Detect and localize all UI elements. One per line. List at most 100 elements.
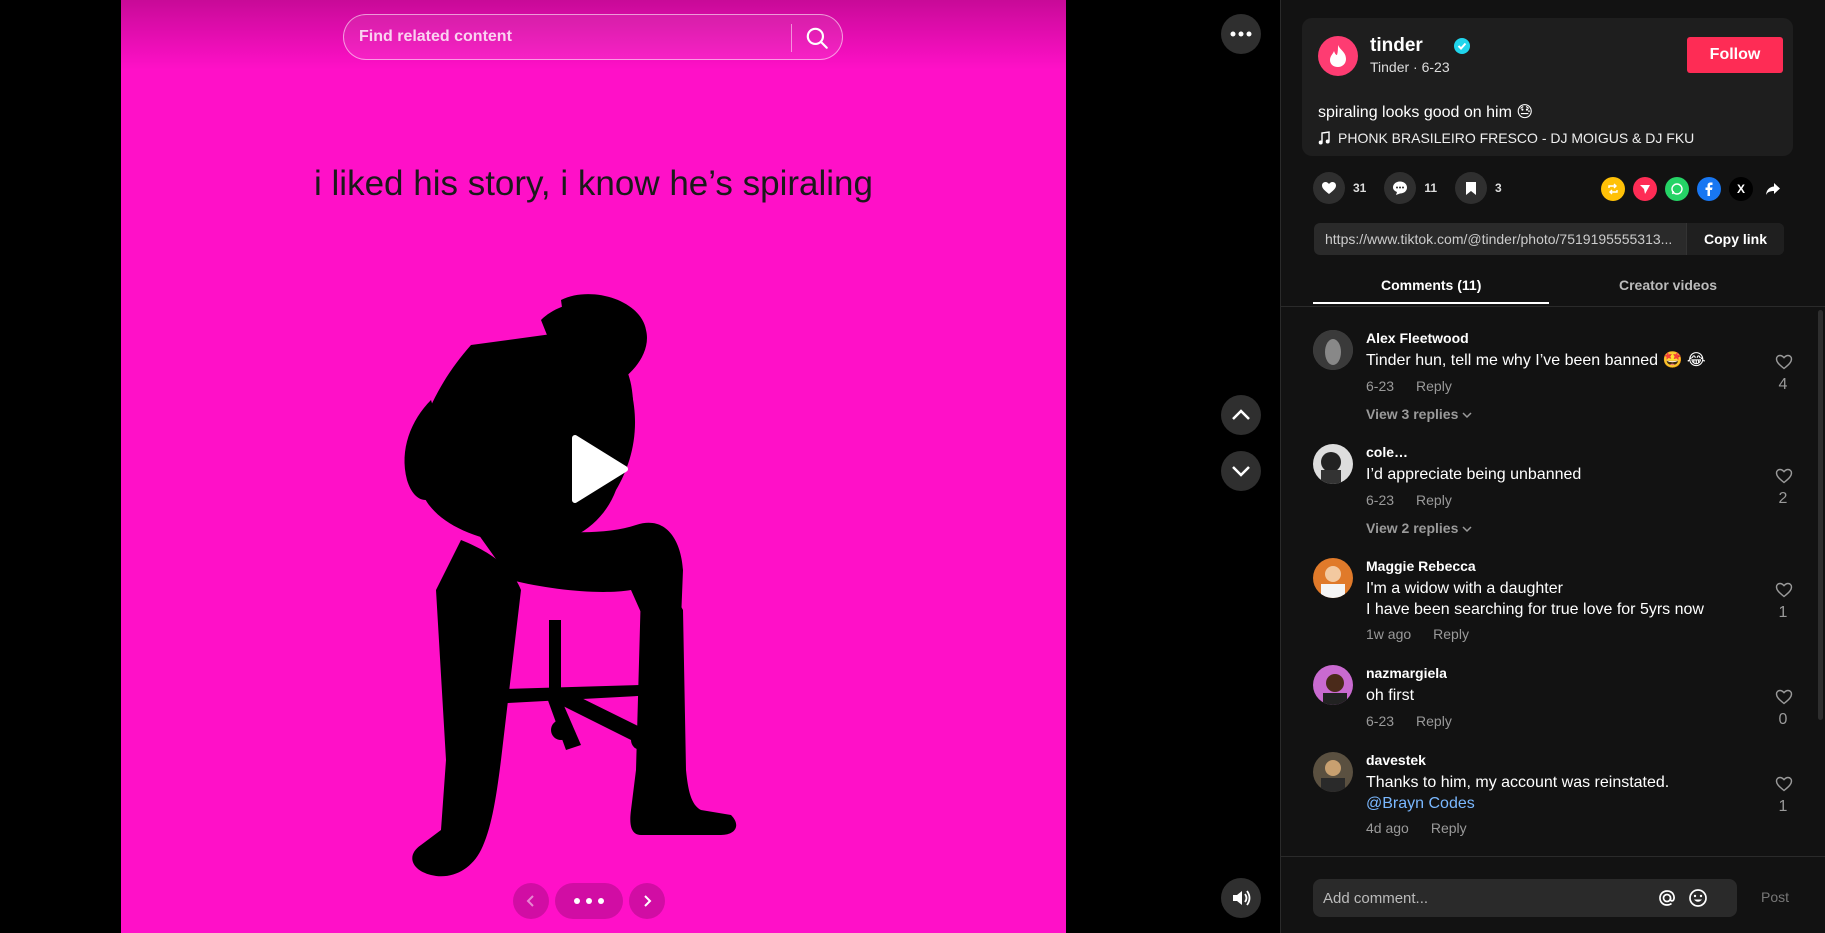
share-buttons: X — [1601, 177, 1785, 201]
whatsapp-share-button[interactable] — [1665, 177, 1689, 201]
comment-item: Maggie Rebecca I'm a widow with a daught… — [1313, 558, 1793, 648]
repost-icon — [1608, 183, 1618, 195]
facebook-share-button[interactable] — [1697, 177, 1721, 201]
tabs: Comments (11) Creator videos — [1313, 272, 1793, 305]
previous-post-button[interactable] — [1221, 395, 1261, 435]
post-button[interactable]: Post — [1761, 889, 1789, 905]
comment-button[interactable]: 11 — [1384, 172, 1437, 204]
reply-button[interactable]: Reply — [1431, 820, 1467, 836]
more-share-button[interactable] — [1761, 177, 1785, 201]
save-count: 3 — [1495, 181, 1502, 195]
comment-date: 4d ago — [1366, 820, 1409, 836]
post-description: spiraling looks good on him 😓 — [1318, 104, 1534, 121]
comment-author[interactable]: Alex Fleetwood — [1366, 330, 1469, 346]
comment-author[interactable]: cole… — [1366, 444, 1408, 460]
comment-meta: 4d ago Reply — [1366, 820, 1467, 836]
view-replies-label: View 2 replies — [1366, 520, 1459, 536]
comment-author[interactable]: Maggie Rebecca — [1366, 558, 1476, 574]
author-subtitle: Tinder · 6-23 — [1370, 59, 1450, 75]
comment-like-icon[interactable] — [1775, 582, 1793, 598]
media-stage: Find related content i liked his story, … — [0, 0, 1280, 933]
comment-meta: 6-23 Reply — [1366, 492, 1452, 508]
flame-icon — [1330, 45, 1346, 67]
comment-author[interactable]: davestek — [1366, 752, 1426, 768]
comment-text: I'm a widow with a daughter — [1366, 580, 1563, 597]
slide-dots[interactable] — [555, 883, 623, 919]
comments-scrollbar[interactable] — [1818, 310, 1823, 720]
repost-share-button[interactable] — [1601, 177, 1625, 201]
comment-date: 6-23 — [1366, 492, 1395, 508]
save-button[interactable]: 3 — [1455, 172, 1502, 204]
music-link[interactable]: PHONK BRASILEIRO FRESCO - DJ MOIGUS & DJ… — [1318, 130, 1694, 146]
comment-like-count: 1 — [1778, 798, 1788, 815]
avatar[interactable] — [1313, 752, 1353, 792]
post-info-card: tinder Tinder · 6-23 Follow spiraling lo… — [1302, 18, 1793, 156]
comment-meta: 6-23 Reply — [1366, 713, 1452, 729]
comment-icon — [1393, 181, 1408, 195]
silhouette-illustration — [404, 294, 737, 877]
comment-author[interactable]: nazmargiela — [1366, 665, 1447, 681]
chevron-right-icon — [644, 895, 652, 907]
next-slide-button[interactable] — [629, 883, 665, 919]
view-replies-button[interactable]: View 3 replies — [1366, 406, 1472, 422]
view-replies-button[interactable]: View 2 replies — [1366, 520, 1472, 536]
composer-divider — [1281, 856, 1825, 857]
comment-input[interactable]: Add comment... — [1323, 890, 1428, 907]
share-arrow-icon — [1766, 183, 1780, 195]
whatsapp-icon — [1671, 183, 1683, 195]
follow-button[interactable]: Follow — [1687, 37, 1783, 73]
avatar[interactable] — [1313, 330, 1353, 370]
slide-pager — [513, 883, 665, 919]
comment-like-icon[interactable] — [1775, 354, 1793, 370]
mention-icon[interactable] — [1657, 888, 1677, 908]
search-bar[interactable]: Find related content — [343, 14, 843, 60]
comment-like-icon[interactable] — [1775, 468, 1793, 484]
volume-button[interactable] — [1221, 878, 1261, 918]
music-title: PHONK BRASILEIRO FRESCO - DJ MOIGUS & DJ… — [1338, 130, 1695, 146]
chevron-down-icon — [1462, 412, 1472, 419]
x-share-button[interactable]: X — [1729, 177, 1753, 201]
send-icon — [1640, 185, 1650, 194]
reply-button[interactable]: Reply — [1416, 713, 1452, 729]
music-note-icon — [1318, 131, 1330, 145]
copy-link-button[interactable]: Copy link — [1686, 223, 1784, 255]
comment-date: 1w ago — [1366, 626, 1412, 642]
verified-icon — [1454, 38, 1470, 54]
comment-like-icon[interactable] — [1775, 689, 1793, 705]
avatar[interactable] — [1313, 665, 1353, 705]
avatar[interactable] — [1313, 558, 1353, 598]
tab-creator-videos[interactable]: Creator videos — [1619, 277, 1717, 293]
like-count: 31 — [1353, 181, 1367, 195]
previous-slide-button[interactable] — [513, 883, 549, 919]
author-avatar[interactable] — [1318, 36, 1358, 76]
view-replies-label: View 3 replies — [1366, 406, 1459, 422]
share-link-box: https://www.tiktok.com/@tinder/photo/751… — [1314, 223, 1784, 255]
like-button[interactable]: 31 — [1313, 172, 1366, 204]
photo-caption: i liked his story, i know he’s spiraling — [314, 164, 873, 203]
avatar[interactable] — [1313, 444, 1353, 484]
reply-button[interactable]: Reply — [1433, 626, 1469, 642]
search-icon[interactable] — [804, 25, 830, 51]
play-icon[interactable] — [567, 434, 629, 504]
photo-slide[interactable]: Find related content i liked his story, … — [121, 0, 1066, 933]
comment-mention[interactable]: @Brayn Codes — [1366, 793, 1746, 814]
comment-composer[interactable]: Add comment... — [1313, 879, 1737, 917]
next-post-button[interactable] — [1221, 451, 1261, 491]
bookmark-icon — [1466, 181, 1477, 195]
share-url[interactable]: https://www.tiktok.com/@tinder/photo/751… — [1325, 231, 1680, 247]
tab-comments[interactable]: Comments (11) — [1381, 277, 1481, 293]
comment-like-count: 1 — [1778, 604, 1788, 621]
reply-button[interactable]: Reply — [1416, 378, 1452, 394]
send-share-button[interactable] — [1633, 177, 1657, 201]
heart-icon — [1322, 182, 1336, 194]
comment-like-icon[interactable] — [1775, 776, 1793, 792]
details-panel: tinder Tinder · 6-23 Follow spiraling lo… — [1280, 0, 1825, 933]
emoji-icon[interactable] — [1688, 888, 1708, 908]
search-input[interactable]: Find related content — [359, 28, 512, 46]
comment-text-line-2: I have been searching for true love for … — [1366, 601, 1704, 618]
action-bar: 31 11 3 — [1313, 172, 1520, 204]
reply-button[interactable]: Reply — [1416, 492, 1452, 508]
author-handle[interactable]: tinder — [1370, 35, 1423, 57]
more-options-button[interactable] — [1221, 14, 1261, 54]
comment-item: Alex Fleetwood Tinder hun, tell me why I… — [1313, 330, 1793, 440]
